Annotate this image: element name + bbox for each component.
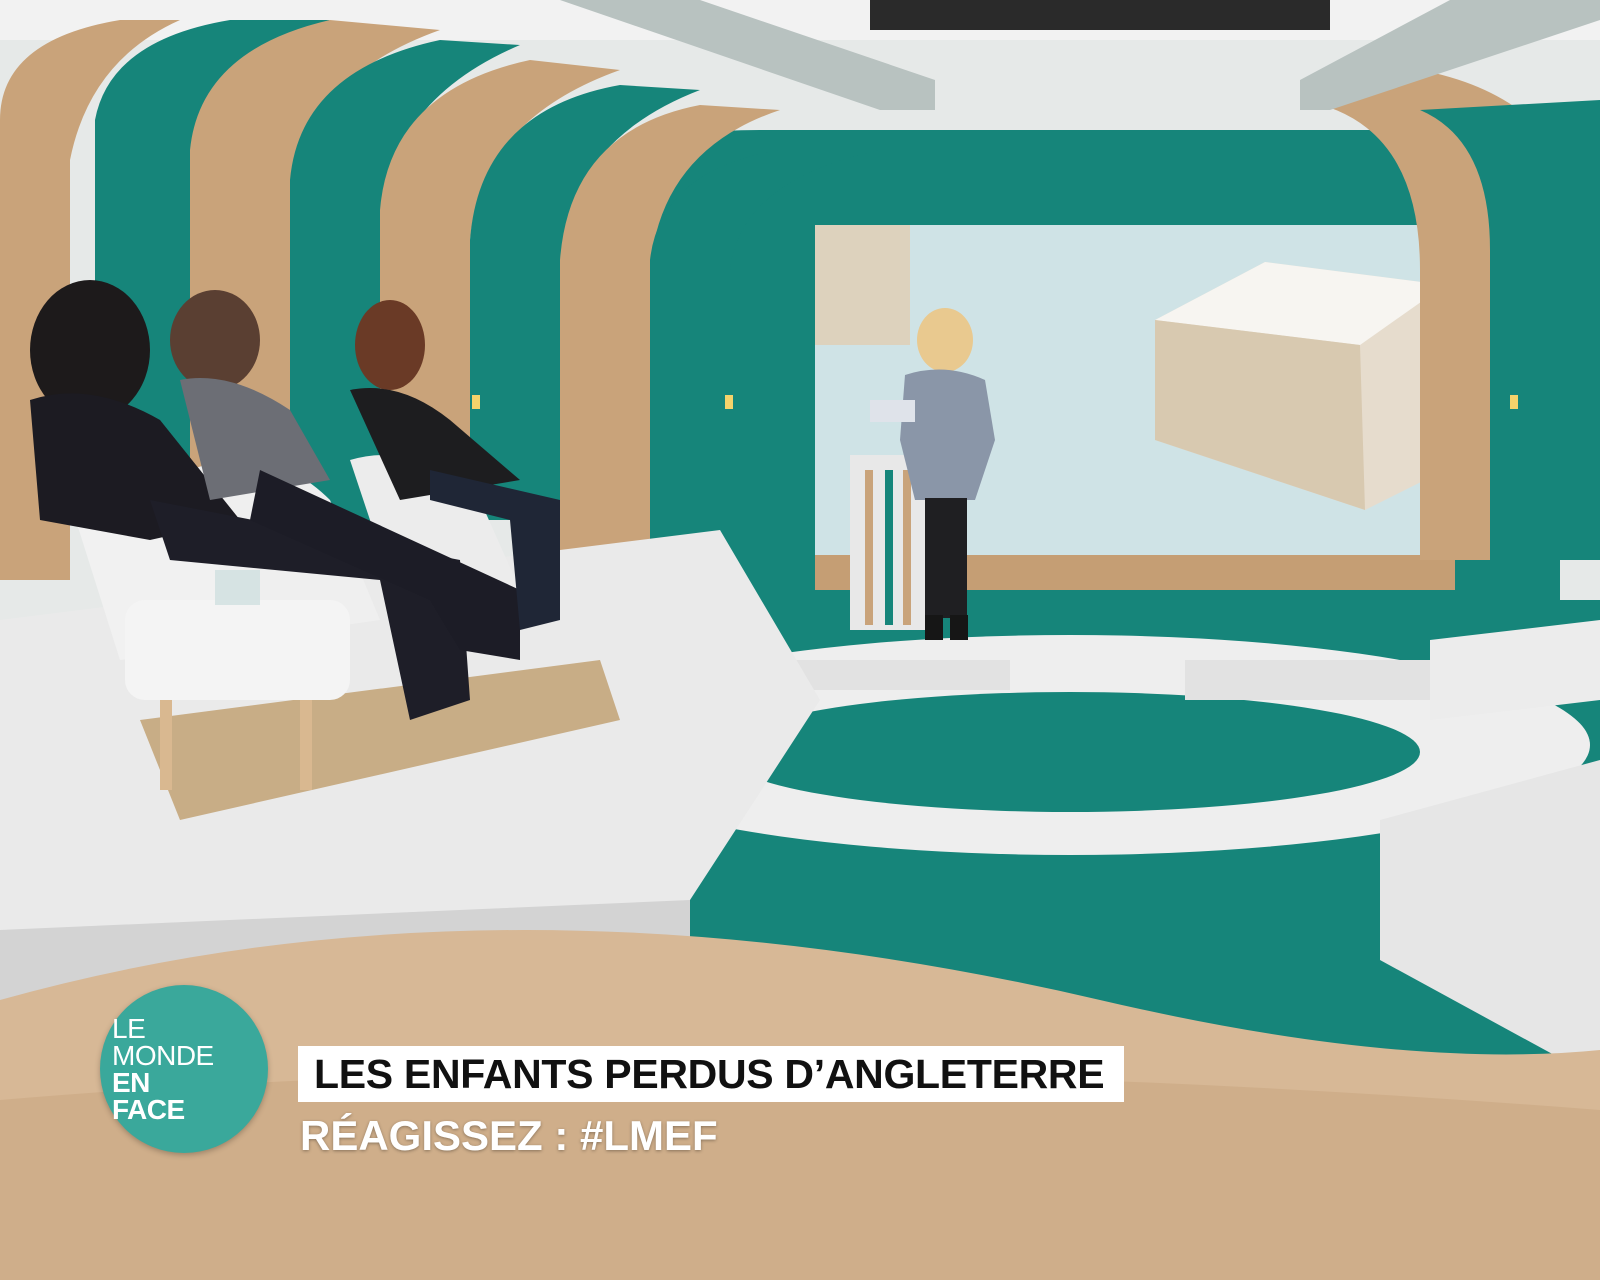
side-table (125, 600, 350, 700)
caption-title: LES ENFANTS PERDUS D’ANGLETERRE (314, 1050, 1105, 1097)
logo-line-4: FACE (112, 1094, 185, 1125)
tv-studio-scene: LE MONDE EN FACE LES ENFANTS PERDUS D’AN… (0, 0, 1600, 1280)
caption-hashtag: RÉAGISSEZ : #LMEF (300, 1112, 718, 1159)
logo-line-1: LE (112, 1013, 146, 1044)
caption-title-banner: LES ENFANTS PERDUS D’ANGLETERRE (298, 1046, 1125, 1102)
logo-line-3: EN (112, 1067, 150, 1098)
logo-line-2: MONDE (112, 1040, 214, 1071)
show-logo: LE MONDE EN FACE (100, 985, 268, 1153)
